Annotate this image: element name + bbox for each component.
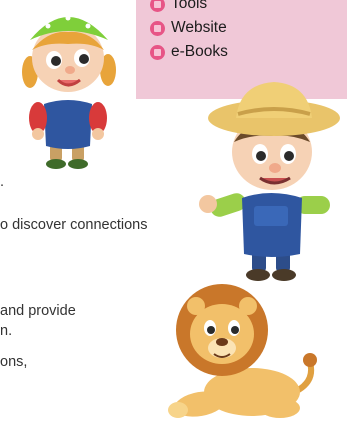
resource-item-label: Tools <box>171 0 208 12</box>
resource-item-tools[interactable]: Tools <box>150 0 228 16</box>
bullet-icon <box>150 0 165 12</box>
body-text-line: n. <box>0 323 13 339</box>
body-text-line: . <box>0 174 5 190</box>
resource-item-label: e-Books <box>171 43 228 60</box>
bullet-icon <box>150 44 165 60</box>
farmer-boy-character-icon <box>199 82 340 281</box>
resource-item-label: Website <box>171 19 227 36</box>
girl-character-icon <box>22 15 116 169</box>
body-text-line: and provide <box>0 303 76 319</box>
body-text-line: ons, <box>0 354 28 370</box>
resource-item-website[interactable]: Website <box>150 16 228 40</box>
lion-character-icon <box>168 284 317 418</box>
resource-item-ebooks[interactable]: e-Books <box>150 40 228 64</box>
resource-list: Tools Website e-Books <box>150 0 228 64</box>
bullet-icon <box>150 20 165 36</box>
body-text-line: o discover connections <box>0 217 148 233</box>
